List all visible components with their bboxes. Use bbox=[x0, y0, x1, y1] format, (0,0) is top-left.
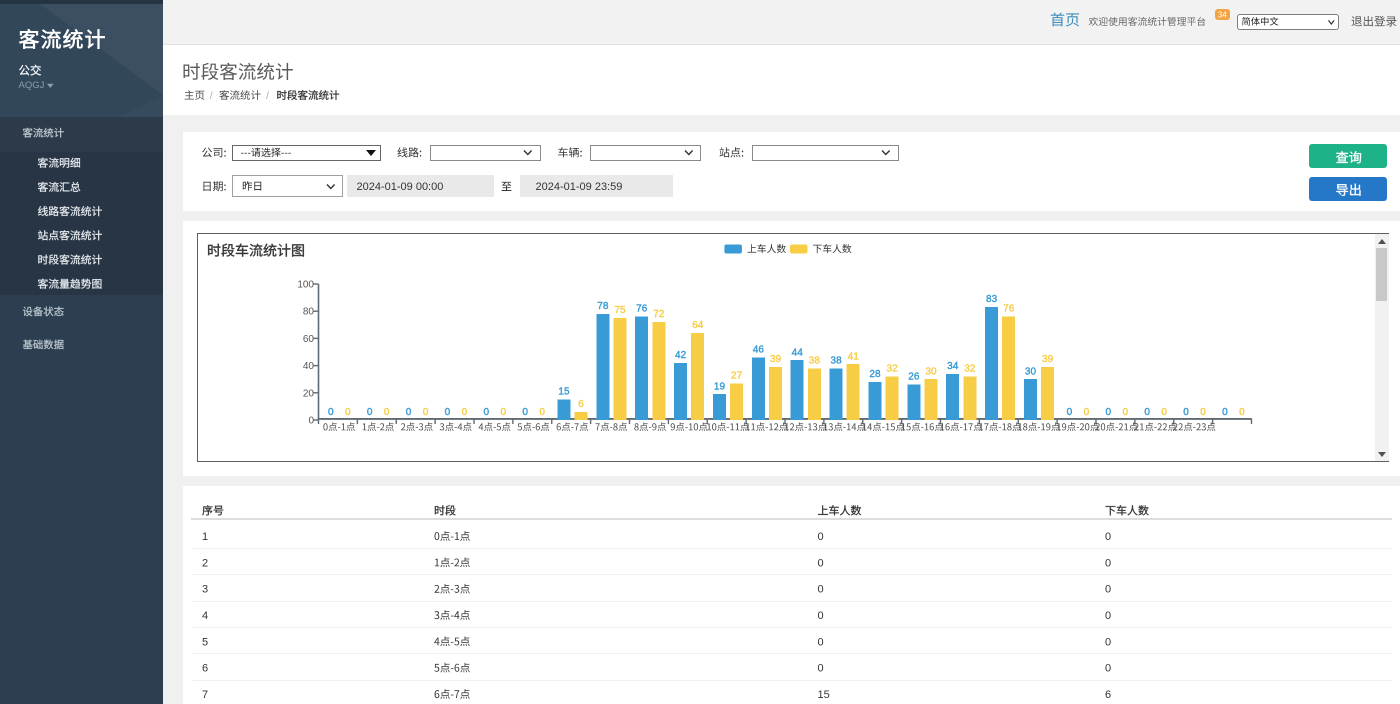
svg-text:0: 0 bbox=[1105, 557, 1111, 569]
svg-text:0: 0 bbox=[1067, 407, 1073, 418]
svg-text:0: 0 bbox=[522, 407, 528, 418]
svg-text:0: 0 bbox=[818, 584, 824, 596]
svg-text:39: 39 bbox=[1042, 354, 1054, 365]
svg-text:27: 27 bbox=[731, 370, 743, 381]
svg-text:2: 2 bbox=[202, 557, 208, 569]
svg-text:0: 0 bbox=[1222, 407, 1228, 418]
svg-text:64: 64 bbox=[692, 320, 704, 331]
svg-text:6: 6 bbox=[1105, 689, 1111, 701]
svg-text:0: 0 bbox=[1105, 663, 1111, 675]
svg-text:39: 39 bbox=[770, 354, 782, 365]
svg-text:20: 20 bbox=[303, 388, 315, 399]
svg-text:0: 0 bbox=[1105, 584, 1111, 596]
svg-text:0: 0 bbox=[501, 407, 507, 418]
svg-text:4: 4 bbox=[202, 610, 208, 622]
svg-text:2024-01-09 00:00: 2024-01-09 00:00 bbox=[357, 181, 444, 193]
svg-text:3: 3 bbox=[202, 584, 208, 596]
svg-text:5: 5 bbox=[202, 636, 208, 648]
svg-text:38: 38 bbox=[809, 355, 821, 366]
svg-text:44: 44 bbox=[792, 347, 804, 358]
svg-text:60: 60 bbox=[303, 334, 315, 345]
svg-text:AQGJ: AQGJ bbox=[19, 80, 45, 91]
svg-text:0: 0 bbox=[1161, 407, 1167, 418]
svg-text:0: 0 bbox=[818, 610, 824, 622]
svg-text:32: 32 bbox=[887, 364, 899, 375]
svg-text:0: 0 bbox=[328, 407, 334, 418]
svg-text:30: 30 bbox=[1025, 366, 1037, 377]
svg-text:0: 0 bbox=[1105, 610, 1111, 622]
svg-text:6: 6 bbox=[578, 399, 584, 410]
svg-text:75: 75 bbox=[614, 305, 626, 316]
svg-text:0: 0 bbox=[1200, 407, 1206, 418]
svg-text:15: 15 bbox=[558, 387, 570, 398]
svg-text:78: 78 bbox=[597, 301, 609, 312]
svg-text:0: 0 bbox=[423, 407, 429, 418]
svg-text:6: 6 bbox=[202, 663, 208, 675]
svg-text:19: 19 bbox=[714, 381, 726, 392]
svg-text:/: / bbox=[266, 90, 269, 102]
svg-text:0: 0 bbox=[406, 407, 412, 418]
svg-text:34: 34 bbox=[947, 361, 959, 372]
svg-text:28: 28 bbox=[869, 369, 881, 380]
svg-text:0: 0 bbox=[345, 407, 351, 418]
svg-text:1: 1 bbox=[202, 531, 208, 543]
svg-text:83: 83 bbox=[986, 294, 998, 305]
svg-text:0: 0 bbox=[818, 531, 824, 543]
svg-text:0: 0 bbox=[308, 416, 314, 427]
svg-text:0: 0 bbox=[384, 407, 390, 418]
svg-text:0: 0 bbox=[818, 636, 824, 648]
svg-text:15: 15 bbox=[818, 689, 830, 701]
svg-text:0: 0 bbox=[1105, 531, 1111, 543]
svg-text:41: 41 bbox=[848, 351, 860, 362]
svg-text:0: 0 bbox=[1183, 407, 1189, 418]
svg-text:100: 100 bbox=[297, 280, 314, 291]
svg-text:0: 0 bbox=[818, 557, 824, 569]
svg-text:0: 0 bbox=[445, 407, 451, 418]
svg-text:72: 72 bbox=[653, 309, 665, 320]
svg-text:/: / bbox=[210, 90, 213, 102]
svg-text:34: 34 bbox=[1218, 11, 1227, 20]
svg-text:2024-01-09 23:59: 2024-01-09 23:59 bbox=[536, 181, 623, 193]
svg-text:40: 40 bbox=[303, 361, 315, 372]
svg-text:80: 80 bbox=[303, 307, 315, 318]
svg-text:26: 26 bbox=[908, 372, 920, 383]
svg-text:0: 0 bbox=[1123, 407, 1129, 418]
svg-text:7: 7 bbox=[202, 689, 208, 701]
svg-text:42: 42 bbox=[675, 350, 687, 361]
svg-text:32: 32 bbox=[964, 364, 976, 375]
svg-text:0: 0 bbox=[1105, 407, 1111, 418]
svg-text:0: 0 bbox=[1105, 636, 1111, 648]
svg-text:0: 0 bbox=[483, 407, 489, 418]
svg-text:0: 0 bbox=[1084, 407, 1090, 418]
svg-text:0: 0 bbox=[818, 663, 824, 675]
svg-text:0: 0 bbox=[539, 407, 545, 418]
svg-text:76: 76 bbox=[636, 304, 648, 315]
svg-text:38: 38 bbox=[831, 355, 843, 366]
svg-text:76: 76 bbox=[1003, 304, 1015, 315]
svg-text:0: 0 bbox=[1239, 407, 1245, 418]
svg-text:46: 46 bbox=[753, 345, 765, 356]
svg-text:0: 0 bbox=[1144, 407, 1150, 418]
svg-text:30: 30 bbox=[925, 366, 937, 377]
svg-text:0: 0 bbox=[367, 407, 373, 418]
svg-text:0: 0 bbox=[462, 407, 468, 418]
